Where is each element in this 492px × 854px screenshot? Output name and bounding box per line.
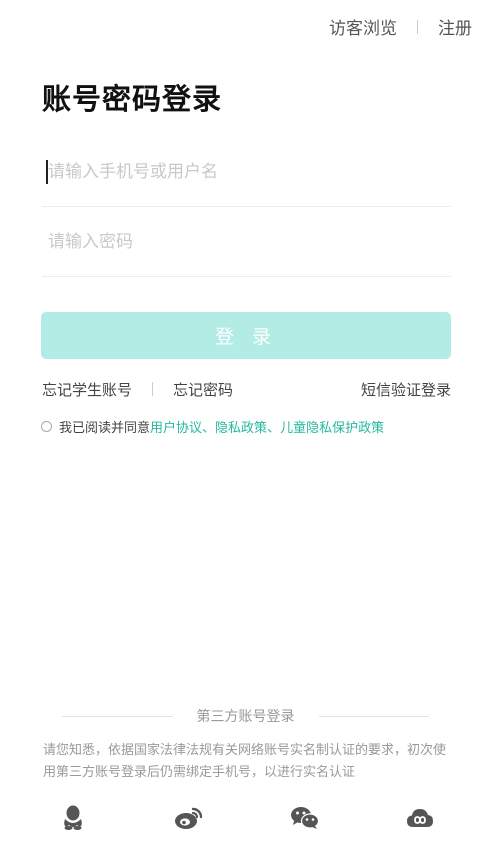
divider (152, 382, 154, 396)
agreement-separator: 、 (202, 421, 216, 436)
agreement-row: 我已阅读并同意 用户协议 、 隐私政策 、 儿童隐私保护政策 (41, 417, 384, 436)
user-agreement-link[interactable]: 用户协议 (150, 417, 202, 436)
username-input[interactable] (48, 137, 443, 207)
guest-browse-link[interactable]: 访客浏览 (329, 14, 397, 39)
sms-login-link[interactable]: 短信验证登录 (361, 379, 451, 400)
helper-links: 忘记学生账号 忘记密码 短信验证登录 (42, 378, 451, 400)
username-field (42, 137, 451, 207)
forgot-password-link[interactable]: 忘记密码 (173, 379, 233, 400)
agreement-checkbox[interactable] (41, 421, 52, 432)
cloud-icon[interactable] (405, 804, 435, 832)
third-party-title: 第三方账号登录 (196, 709, 295, 725)
agreement-prefix: 我已阅读并同意 (59, 421, 151, 436)
password-input[interactable] (48, 207, 443, 277)
child-privacy-link[interactable]: 儿童隐私保护政策 (280, 417, 384, 436)
wechat-icon[interactable] (290, 804, 320, 832)
agreement-separator: 、 (267, 421, 281, 436)
divider-line (62, 715, 173, 717)
password-field (42, 207, 451, 277)
social-login-row (0, 804, 492, 832)
privacy-policy-link[interactable]: 隐私政策 (215, 417, 267, 436)
weibo-icon[interactable] (174, 804, 204, 832)
divider (417, 19, 418, 34)
page-title: 账号密码登录 (42, 82, 223, 116)
text-cursor (46, 160, 48, 184)
real-name-notice: 请您知悉，依据国家法律法规有关网络账号实名制认证的要求，初次使用第三方账号登录后… (43, 743, 447, 780)
top-bar: 访客浏览 注册 (329, 14, 472, 39)
qq-icon[interactable] (58, 804, 88, 832)
forgot-student-account-link[interactable]: 忘记学生账号 (42, 379, 132, 400)
login-button[interactable]: 登 录 (41, 312, 451, 359)
divider-line (318, 715, 429, 717)
register-link[interactable]: 注册 (438, 14, 472, 39)
third-party-heading: 第三方账号登录 (62, 706, 429, 726)
